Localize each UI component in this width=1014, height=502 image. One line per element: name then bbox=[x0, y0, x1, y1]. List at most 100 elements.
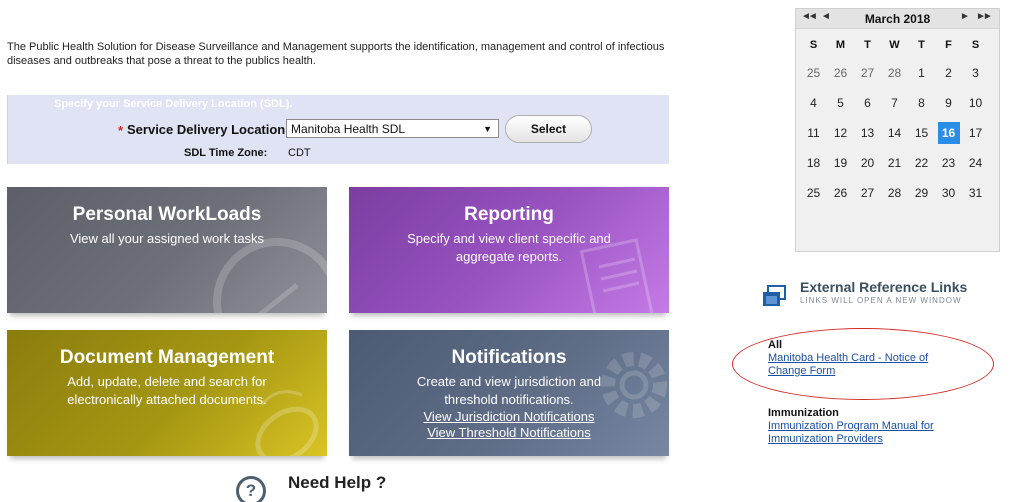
calendar-day[interactable]: 30 bbox=[935, 178, 962, 208]
calendar-week-row: 11 12 13 14 15 16 17 bbox=[800, 118, 989, 148]
calendar-day-number: 28 bbox=[887, 186, 902, 200]
annotation-circle bbox=[732, 328, 994, 400]
calendar-day-number: 11 bbox=[807, 126, 820, 140]
tile-notifications[interactable]: Notifications Create and view jurisdicti… bbox=[349, 330, 669, 456]
calendar-day-number: 18 bbox=[806, 156, 821, 170]
sdl-panel: Specify your Service Delivery Location (… bbox=[7, 95, 669, 164]
need-help-title[interactable]: Need Help ? bbox=[288, 473, 386, 493]
link-group-title: Immunization bbox=[768, 407, 839, 419]
calendar-day[interactable]: 20 bbox=[854, 148, 881, 178]
calendar-day[interactable]: 25 bbox=[800, 58, 827, 88]
next-year-icon[interactable]: ►► bbox=[976, 11, 993, 22]
next-month-icon[interactable]: ► bbox=[960, 11, 970, 22]
weekday-label: S bbox=[809, 39, 818, 51]
immunization-manual-link[interactable]: Immunization Program Manual for Immuniza… bbox=[768, 420, 968, 446]
calendar-day[interactable]: 9 bbox=[935, 88, 962, 118]
calendar-day[interactable]: 12 bbox=[827, 118, 854, 148]
calendar-day-number: 20 bbox=[860, 156, 875, 170]
calendar-day-number: 12 bbox=[833, 126, 848, 140]
calendar-day[interactable]: 8 bbox=[908, 88, 935, 118]
calendar-day[interactable]: 2 bbox=[935, 58, 962, 88]
calendar-week-row: 25 26 27 28 29 30 31 bbox=[800, 178, 989, 208]
sdl-timezone-label: SDL Time Zone: bbox=[184, 147, 268, 159]
calendar-day[interactable]: 31 bbox=[962, 178, 989, 208]
intro-text: The Public Health Solution for Disease S… bbox=[7, 41, 665, 67]
calendar-day-number: 4 bbox=[810, 96, 817, 110]
calendar-day[interactable]: 5 bbox=[827, 88, 854, 118]
calendar-day[interactable]: 3 bbox=[962, 58, 989, 88]
weekday-label: T bbox=[918, 39, 925, 51]
chevron-down-icon: ▼ bbox=[483, 124, 492, 134]
tile-description: Specify and view client specific and agg… bbox=[407, 231, 611, 264]
calendar-day[interactable]: 15 bbox=[908, 118, 935, 148]
calendar-day-number: 6 bbox=[864, 96, 871, 110]
sdl-selected-value: Manitoba Health SDL bbox=[291, 122, 406, 136]
calendar-day[interactable]: 14 bbox=[881, 118, 908, 148]
calendar-day[interactable]: 7 bbox=[881, 88, 908, 118]
calendar-grid: S M T W T F S 25 26 27 28 1 2 3 4 5 6 7 8 9 10 11 12 13 1… bbox=[800, 32, 989, 208]
calendar-day[interactable]: 6 bbox=[854, 88, 881, 118]
calendar-day[interactable]: 21 bbox=[881, 148, 908, 178]
calendar-week-row: 18 19 20 21 22 23 24 bbox=[800, 148, 989, 178]
calendar-day[interactable]: 1 bbox=[908, 58, 935, 88]
calendar-day[interactable]: 29 bbox=[908, 178, 935, 208]
calendar-day[interactable]: 28 bbox=[881, 178, 908, 208]
calendar-day-number: 28 bbox=[887, 66, 902, 80]
calendar-day[interactable]: 25 bbox=[800, 178, 827, 208]
calendar-day-number: 10 bbox=[968, 96, 983, 110]
sdl-select[interactable]: Manitoba Health SDL ▼ bbox=[286, 119, 499, 138]
calendar-day-number: 23 bbox=[941, 156, 956, 170]
calendar-week-row: 4 5 6 7 8 9 10 bbox=[800, 88, 989, 118]
calendar-day[interactable]: 26 bbox=[827, 58, 854, 88]
calendar-day-number: 9 bbox=[945, 96, 952, 110]
help-icon[interactable]: ? bbox=[236, 476, 266, 502]
calendar-day-number: 17 bbox=[968, 126, 983, 140]
tile-description: Add, update, delete and search for elect… bbox=[67, 374, 267, 407]
calendar-day-number: 25 bbox=[806, 66, 821, 80]
calendar-day[interactable]: 4 bbox=[800, 88, 827, 118]
calendar-day[interactable]: 19 bbox=[827, 148, 854, 178]
calendar-day[interactable]: 27 bbox=[854, 58, 881, 88]
tile-title: Document Management bbox=[59, 347, 275, 368]
calendar-day[interactable]: 26 bbox=[827, 178, 854, 208]
calendar-day-number: 27 bbox=[860, 186, 875, 200]
weekday-label: M bbox=[835, 39, 846, 51]
weekday-label: F bbox=[945, 39, 952, 51]
external-links-title: External Reference Links bbox=[800, 279, 968, 295]
calendar-day[interactable]: 13 bbox=[854, 118, 881, 148]
calendar-day[interactable]: 11 bbox=[800, 118, 827, 148]
sdl-timezone-value: CDT bbox=[288, 147, 311, 159]
tile-description: Create and view jurisdiction and thresho… bbox=[416, 374, 602, 407]
tile-title: Personal WorkLoads bbox=[72, 204, 262, 225]
calendar-day-number: 31 bbox=[968, 186, 983, 200]
calendar-day[interactable]: 17 bbox=[962, 118, 989, 148]
external-links-subtitle: LINKS WILL OPEN A NEW WINDOW bbox=[800, 296, 962, 305]
required-asterisk: * bbox=[118, 123, 124, 138]
calendar-day[interactable]: 27 bbox=[854, 178, 881, 208]
calendar-day-number: 8 bbox=[918, 96, 925, 110]
tile-title: Reporting bbox=[464, 204, 554, 225]
calendar-day-number: 15 bbox=[914, 126, 929, 140]
calendar-day-number: 24 bbox=[968, 156, 983, 170]
calendar-day-number: 5 bbox=[837, 96, 844, 110]
calendar-day-number: 16 bbox=[937, 122, 960, 144]
calendar-day[interactable]: 24 bbox=[962, 148, 989, 178]
calendar-day-number: 14 bbox=[887, 126, 902, 140]
calendar-day[interactable]: 16 bbox=[935, 118, 962, 148]
tile-document-management[interactable]: Document Management Add, update, delete … bbox=[7, 330, 327, 456]
calendar-day[interactable]: 18 bbox=[800, 148, 827, 178]
tile-personal-workloads[interactable]: Personal WorkLoads View all your assigne… bbox=[7, 187, 327, 313]
weekday-label: T bbox=[864, 39, 871, 51]
calendar-day-number: 1 bbox=[918, 66, 925, 80]
calendar-day[interactable]: 28 bbox=[881, 58, 908, 88]
weekday-row: S M T W T F S bbox=[800, 32, 989, 58]
calendar-day-number: 2 bbox=[945, 66, 952, 80]
tile-reporting[interactable]: Reporting Specify and view client specif… bbox=[349, 187, 669, 313]
calendar-day-number: 27 bbox=[860, 66, 875, 80]
calendar-day[interactable]: 10 bbox=[962, 88, 989, 118]
calendar-day[interactable]: 22 bbox=[908, 148, 935, 178]
calendar-day[interactable]: 23 bbox=[935, 148, 962, 178]
calendar-day-number: 13 bbox=[860, 126, 875, 140]
calendar-day-number: 25 bbox=[806, 186, 821, 200]
select-button[interactable]: Select bbox=[505, 115, 592, 143]
